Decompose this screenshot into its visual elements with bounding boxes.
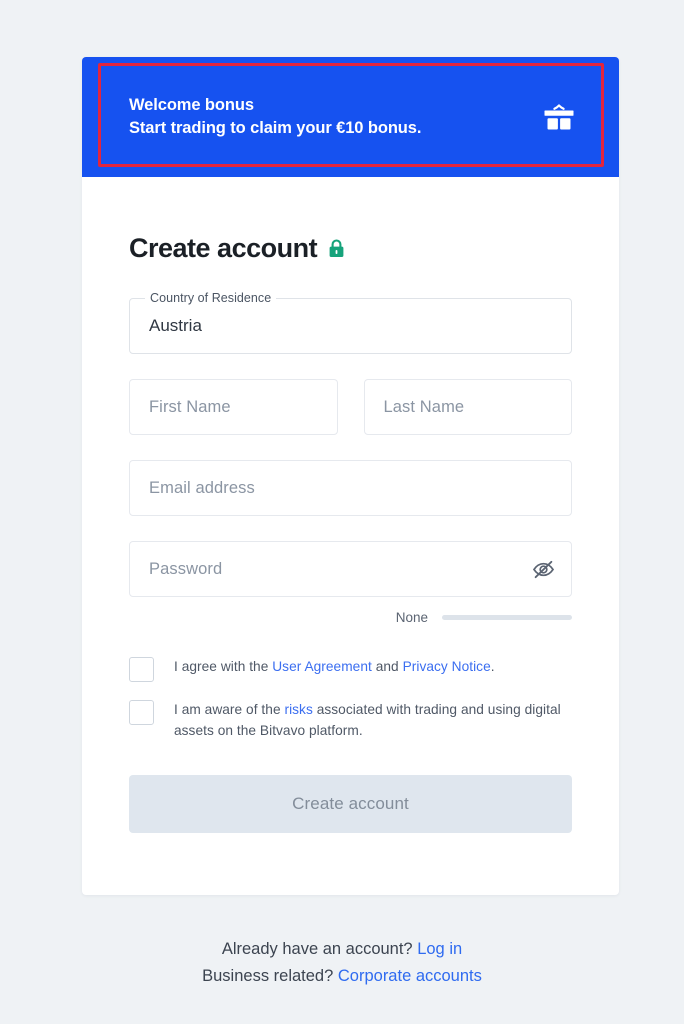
gift-icon: [541, 99, 577, 135]
country-of-residence-label: Country of Residence: [145, 291, 277, 305]
password-strength-label: None: [395, 610, 428, 625]
footer-login-text: Already have an account?: [221, 940, 418, 958]
create-account-button[interactable]: Create account: [129, 775, 572, 834]
corporate-accounts-link[interactable]: Corporate accounts: [338, 967, 482, 985]
password-strength-bar: [442, 615, 572, 620]
last-name-placeholder: Last Name: [383, 397, 465, 416]
country-of-residence-select[interactable]: Country of Residence Austria: [129, 291, 572, 354]
password-input[interactable]: Password: [129, 541, 572, 597]
agreement-text-middle: and: [371, 659, 403, 674]
eye-off-icon[interactable]: [532, 560, 555, 579]
agreement-text-before: I agree with the: [174, 659, 273, 674]
email-placeholder: Email address: [149, 478, 255, 497]
footer-business-line: Business related? Corporate accounts: [0, 963, 684, 990]
risk-checkbox-row[interactable]: I am aware of the risks associated with …: [129, 698, 572, 741]
page-title-row: Create account: [129, 233, 572, 264]
password-placeholder: Password: [149, 559, 223, 578]
user-agreement-link[interactable]: User Agreement: [272, 659, 372, 674]
risk-checkbox-label: I am aware of the risks associated with …: [174, 698, 572, 741]
banner-subtitle: Start trading to claim your €10 bonus.: [129, 119, 422, 137]
footer: Already have an account? Log in Business…: [0, 936, 684, 989]
first-name-input[interactable]: First Name: [129, 379, 338, 435]
agreement-checkbox[interactable]: [129, 657, 154, 682]
footer-login-line: Already have an account? Log in: [0, 936, 684, 963]
country-of-residence-value: Austria: [149, 316, 202, 335]
risks-link[interactable]: risks: [284, 702, 312, 717]
password-strength-indicator: None: [129, 610, 572, 625]
signup-form: Create account Country of Residence Aust…: [82, 177, 619, 895]
welcome-bonus-banner[interactable]: Welcome bonus Start trading to claim you…: [82, 57, 619, 177]
page-title: Create account: [129, 233, 318, 263]
agreement-text-after: .: [490, 659, 495, 674]
log-in-link[interactable]: Log in: [417, 940, 462, 958]
banner-title: Welcome bonus: [129, 95, 254, 114]
footer-business-text: Business related?: [202, 966, 338, 985]
risk-checkbox[interactable]: [129, 700, 154, 725]
signup-card: Welcome bonus Start trading to claim you…: [82, 57, 619, 896]
agreement-checkbox-label: I agree with the User Agreement and Priv…: [174, 655, 495, 677]
signup-page: Welcome bonus Start trading to claim you…: [0, 0, 684, 1024]
chevron-down-icon[interactable]: [540, 322, 555, 331]
name-fields-row: First Name Last Name: [129, 379, 572, 435]
lock-icon: [328, 239, 345, 258]
email-input[interactable]: Email address: [129, 460, 572, 516]
last-name-input[interactable]: Last Name: [363, 379, 572, 435]
privacy-notice-link[interactable]: Privacy Notice: [403, 659, 491, 674]
agreement-checkbox-row[interactable]: I agree with the User Agreement and Priv…: [129, 655, 572, 682]
first-name-placeholder: First Name: [149, 397, 231, 416]
risk-text-before: I am aware of the: [174, 702, 285, 717]
banner-text: Welcome bonus Start trading to claim you…: [129, 94, 421, 141]
